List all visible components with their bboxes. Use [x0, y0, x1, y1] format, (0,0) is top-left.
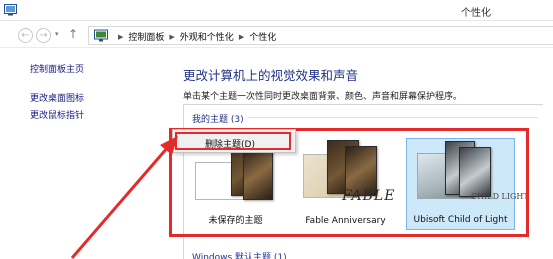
navigation-bar: ← → ▾ ↑ ▶ 控制面板 ▶ 外观和个性化 ▶ 个性化 [0, 22, 553, 48]
recent-pages-dropdown[interactable]: ▾ [55, 30, 59, 38]
back-arrow-icon[interactable]: ← [18, 28, 33, 43]
sidebar-link-change-mouse-pointers[interactable]: 更改鼠标指针 [30, 108, 84, 121]
breadcrumb-appearance[interactable]: 外观和个性化 [180, 30, 234, 43]
page-description: 单击某个主题一次性同时更改桌面背景、颜色、声音和屏幕保护程序。 [183, 92, 463, 102]
breadcrumb: ▶ 控制面板 ▶ 外观和个性化 ▶ 个性化 [113, 30, 276, 44]
forward-arrow-icon[interactable]: → [36, 28, 51, 43]
sidebar-link-control-panel-home[interactable]: 控制面板主页 [30, 62, 84, 75]
sidebar-link-change-desktop-icons[interactable]: 更改桌面图标 [30, 91, 84, 104]
breadcrumb-personalization[interactable]: 个性化 [249, 30, 276, 43]
control-panel-icon [94, 29, 108, 42]
address-bar[interactable]: ▶ 控制面板 ▶ 外观和个性化 ▶ 个性化 [88, 26, 553, 45]
breadcrumb-control-panel[interactable]: 控制面板 [128, 30, 164, 43]
control-panel-icon [4, 4, 17, 16]
delete-theme-label: 删除主题(D) [205, 140, 255, 150]
breadcrumb-separator-icon: ▶ [118, 32, 124, 41]
breadcrumb-separator-icon: ▶ [169, 32, 175, 41]
title-bar: 个性化 [0, 0, 553, 21]
window-title: 个性化 [461, 8, 491, 19]
page-title: 更改计算机上的视觉效果和声音 [183, 68, 359, 83]
delete-theme-menu-item[interactable]: 删除主题(D) [175, 132, 291, 150]
up-arrow-icon[interactable]: ↑ [68, 27, 78, 41]
group-header-windows-default[interactable]: Windows 默认主题 (1) [192, 250, 287, 259]
group-divider [248, 117, 538, 118]
group-header-my-themes[interactable]: 我的主题 (3) [192, 112, 244, 125]
context-menu: 删除主题(D) [172, 129, 296, 153]
breadcrumb-separator-icon: ▶ [238, 32, 245, 41]
